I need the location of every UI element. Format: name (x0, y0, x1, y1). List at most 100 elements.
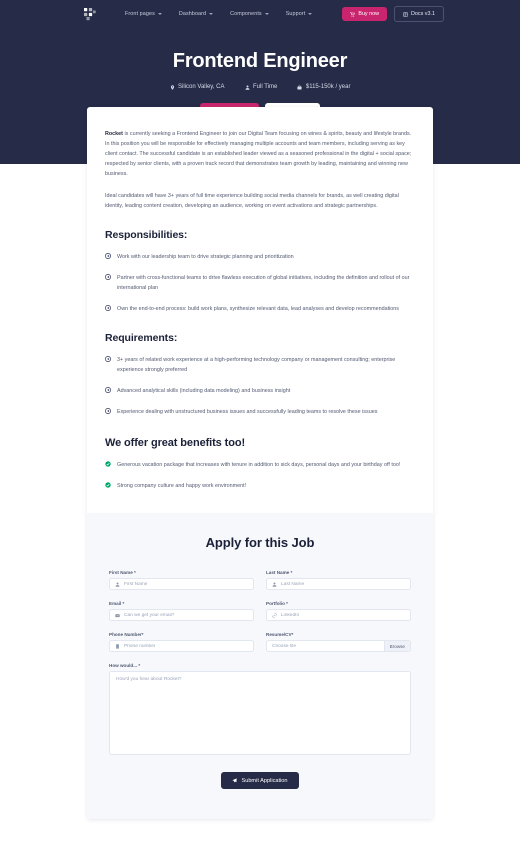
list-item-text: Generous vacation package that increases… (117, 462, 401, 468)
nav-item-dashboard[interactable]: Dashboard (178, 11, 214, 17)
form-field-last-name: Last Name * Last Name (266, 570, 411, 590)
list-item: Work with our leadership team to drive s… (105, 252, 415, 262)
top-navbar: Front pages Dashboard Components Support (0, 0, 520, 28)
hero-body: Frontend Engineer Silicon Valley, CA Ful… (0, 28, 520, 119)
form-field-email: Email * Can we get your email? (109, 601, 254, 621)
benefits-list: Generous vacation package that increases… (105, 460, 415, 491)
secondary-paragraph: Ideal candidates will have 3+ years of f… (105, 193, 399, 209)
arrow-circle-icon (105, 274, 111, 281)
list-item-text: Advanced analytical skills (including da… (117, 388, 291, 394)
form-field-phone: Phone Number* Phone number (109, 632, 254, 652)
nav-item-label: Front pages (125, 11, 155, 17)
arrow-circle-icon (105, 305, 111, 312)
browse-button[interactable]: Browse (383, 641, 410, 651)
page-wrap: Rocket is currently seeking a Frontend E… (0, 107, 520, 831)
email-label: Email * (109, 601, 125, 606)
phone-label: Phone Number* (109, 632, 144, 637)
check-circle-icon (105, 482, 111, 488)
intro-paragraph: Rocket is currently seeking a Frontend E… (105, 129, 415, 179)
resume-file-input[interactable]: Choose file Browse (266, 640, 411, 652)
job-detail-card: Rocket is currently seeking a Frontend E… (87, 107, 433, 819)
chevron-down-icon (209, 13, 214, 15)
benefits-heading: We offer great benefits too! (105, 437, 246, 449)
last-name-placeholder: Last Name (281, 581, 305, 587)
resume-label: Resume/CV* (266, 632, 294, 637)
responsibilities-list: Work with our leadership team to drive s… (105, 252, 415, 314)
paper-plane-icon (232, 778, 238, 783)
phone-placeholder: Phone number (124, 643, 156, 649)
first-name-placeholder: First Name (124, 581, 148, 587)
arrow-circle-icon (105, 387, 111, 394)
responsibilities-heading: Responsibilities: (105, 229, 188, 241)
meta-employment-type: Full Time (245, 84, 278, 90)
chevron-down-icon (264, 13, 269, 15)
docs-button[interactable]: Docs v3.1 (394, 6, 444, 22)
list-item: 3+ years of related work experience at a… (105, 355, 415, 375)
nav-item-components[interactable]: Components (230, 11, 269, 17)
portfolio-placeholder: LinkedIn (281, 612, 300, 618)
message-textarea[interactable]: How'd you hear about Rocket? (109, 671, 411, 755)
rocket-logo[interactable] (84, 7, 97, 21)
first-name-label: First Name * (109, 570, 136, 575)
form-field-message: How would... * How'd you hear about Rock… (109, 663, 411, 755)
message-label: How would... * (109, 663, 141, 668)
chevron-down-icon (308, 13, 313, 15)
envelope-icon (115, 613, 120, 617)
chevron-down-icon (157, 13, 162, 15)
meta-employment-label: Full Time (253, 84, 278, 90)
form-field-resume: Resume/CV* Choose file Browse (266, 632, 411, 652)
page-title: Frontend Engineer (172, 50, 348, 72)
user-icon (245, 84, 250, 90)
list-item-text: Work with our leadership team to drive s… (117, 254, 294, 260)
last-name-input[interactable]: Last Name (266, 578, 411, 590)
meta-salary-label: $115-150k / year (305, 84, 351, 90)
form-row-names: First Name * First Name Last Name * Last… (109, 570, 411, 590)
list-item: Generous vacation package that increases… (105, 460, 415, 470)
form-row-phone-resume: Phone Number* Phone number Resume/CV* Ch… (109, 632, 411, 652)
user-icon (272, 581, 277, 587)
list-item-text: Partner with cross-functional teams to d… (117, 275, 410, 291)
apply-form-card: Apply for this Job First Name * First Na… (87, 513, 433, 819)
form-field-first-name: First Name * First Name (109, 570, 254, 590)
submit-application-label: Submit Application (241, 777, 288, 784)
check-circle-icon (105, 461, 111, 467)
phone-input[interactable]: Phone number (109, 640, 254, 652)
job-meta: Silicon Valley, CA Full Time $115-150k /… (0, 84, 520, 90)
first-name-input[interactable]: First Name (109, 578, 254, 590)
user-icon (115, 581, 120, 587)
meta-salary: $115-150k / year (297, 84, 350, 90)
nav-item-label: Components (230, 11, 262, 17)
submit-application-button[interactable]: Submit Application (221, 772, 299, 789)
company-name: Rocket (105, 131, 123, 137)
list-item-text: Experience dealing with unstructured bus… (117, 409, 378, 415)
nav-item-label: Dashboard (178, 11, 207, 17)
list-item-text: 3+ years of related work experience at a… (117, 357, 396, 373)
list-item: Strong company culture and happy work en… (105, 481, 415, 491)
location-pin-icon (170, 84, 174, 90)
arrow-circle-icon (105, 408, 111, 415)
portfolio-label: Portfolio * (266, 601, 288, 606)
portfolio-input[interactable]: LinkedIn (266, 609, 411, 621)
buy-now-button[interactable]: Buy now (342, 7, 388, 21)
form-field-portfolio: Portfolio * LinkedIn (266, 601, 411, 621)
meta-location-label: Silicon Valley, CA (178, 84, 225, 90)
list-item: Own the end-to-end process: build work p… (105, 304, 415, 314)
list-item-text: Own the end-to-end process: build work p… (117, 306, 399, 312)
last-name-label: Last Name * (266, 570, 293, 575)
meta-location: Silicon Valley, CA (170, 84, 225, 90)
email-placeholder: Can we get your email? (124, 612, 175, 618)
link-icon (272, 612, 277, 618)
cart-icon (350, 11, 356, 17)
arrow-circle-icon (105, 253, 111, 260)
nav-links: Front pages Dashboard Components Support (125, 11, 342, 17)
resume-placeholder: Choose file (272, 643, 296, 649)
briefcase-icon (297, 84, 302, 89)
nav-item-support[interactable]: Support (286, 11, 313, 17)
intro-paragraph-text: is currently seeking a Frontend Engineer… (105, 131, 412, 177)
list-item: Partner with cross-functional teams to d… (105, 273, 415, 293)
requirements-list: 3+ years of related work experience at a… (105, 355, 415, 417)
arrow-circle-icon (105, 356, 111, 363)
email-input[interactable]: Can we get your email? (109, 609, 254, 621)
nav-actions: Buy now Docs v3.1 (342, 6, 444, 22)
nav-item-front-pages[interactable]: Front pages (125, 11, 162, 17)
